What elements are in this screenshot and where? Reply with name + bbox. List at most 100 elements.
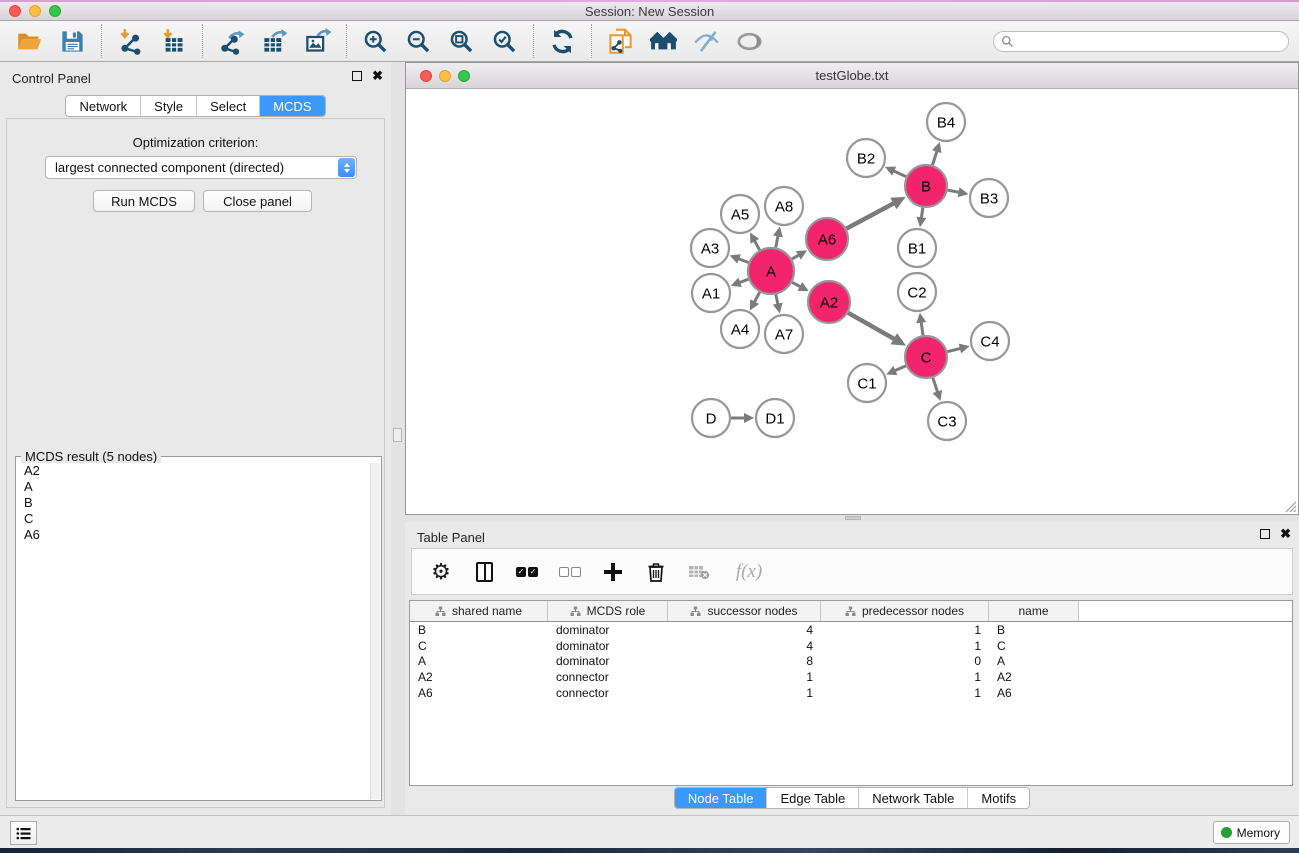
mcds-result-item[interactable]: A2: [17, 463, 370, 479]
mcds-result-item[interactable]: C: [17, 511, 370, 527]
zoom-selected-button[interactable]: [483, 23, 526, 59]
table-cell: 1: [821, 638, 989, 654]
graph-edge[interactable]: [892, 170, 906, 176]
table-cell: 1: [668, 685, 821, 701]
mcds-result-item[interactable]: A6: [17, 527, 370, 543]
import-network-icon: [117, 28, 144, 55]
tab-style[interactable]: Style: [140, 96, 196, 116]
list-icon: [16, 827, 31, 840]
column-header-predecessor-nodes[interactable]: predecessor nodes: [821, 601, 989, 621]
graph-edge[interactable]: [848, 313, 895, 340]
column-header-successor-nodes[interactable]: successor nodes: [668, 601, 821, 621]
split-grip-icon[interactable]: [845, 516, 861, 520]
table-settings-button[interactable]: ⚙: [428, 558, 454, 586]
delete-columns-button[interactable]: [643, 558, 669, 586]
split-grip-icon[interactable]: [393, 428, 402, 442]
close-panel-icon[interactable]: ✖: [1280, 529, 1291, 539]
graph-edge-arrowhead: [959, 344, 970, 354]
tab-edge-table[interactable]: Edge Table: [766, 788, 858, 808]
first-neighbors-button[interactable]: [642, 23, 685, 59]
delete-table-icon: [688, 563, 710, 581]
create-column-button[interactable]: [600, 558, 626, 586]
import-table-button[interactable]: [152, 23, 195, 59]
float-panel-icon[interactable]: [352, 71, 362, 81]
export-network-button[interactable]: [210, 23, 253, 59]
panel-list-button[interactable]: [10, 821, 37, 845]
graph-edge[interactable]: [933, 150, 938, 165]
tab-node-table[interactable]: Node Table: [675, 788, 767, 808]
show-all-button[interactable]: [728, 23, 771, 59]
column-header-MCDS-role[interactable]: MCDS role: [548, 601, 668, 621]
memory-button[interactable]: Memory: [1213, 821, 1290, 844]
mcds-result-item[interactable]: B: [17, 495, 370, 511]
apply-layout-button[interactable]: [541, 23, 584, 59]
toolbar-separator: [101, 24, 102, 58]
graph-node-label: A3: [701, 240, 719, 257]
tab-mcds[interactable]: MCDS: [259, 96, 324, 116]
zoom-selected-icon: [491, 28, 518, 55]
save-session-button[interactable]: [51, 23, 94, 59]
tab-select[interactable]: Select: [196, 96, 259, 116]
unchecked-boxes-icon: [559, 567, 581, 577]
network-canvas[interactable]: AA1A2A3A4A5A6A7A8BB1B2B3B4CC1C2C3C4DD1: [406, 89, 1298, 514]
resize-grip-icon[interactable]: [1284, 500, 1297, 513]
graph-edge-arrowhead: [933, 390, 943, 401]
graph-edge[interactable]: [947, 348, 962, 352]
tab-network[interactable]: Network: [66, 96, 140, 116]
import-network-button[interactable]: [109, 23, 152, 59]
eye-icon: [736, 28, 763, 55]
search-field[interactable]: [993, 31, 1289, 52]
network-graph[interactable]: AA1A2A3A4A5A6A7A8BB1B2B3B4CC1C2C3C4DD1: [406, 89, 1298, 514]
table-row[interactable]: A6connector11A6: [410, 685, 1292, 701]
function-builder-button[interactable]: f(x): [729, 558, 769, 586]
run-mcds-button[interactable]: Run MCDS: [93, 190, 195, 212]
table-toolbar: ⚙ ✓✓ f(x): [411, 548, 1293, 595]
show-columns-button[interactable]: [471, 558, 497, 586]
graph-node-label: C3: [937, 413, 956, 430]
network-window-titlebar[interactable]: testGlobe.txt: [406, 63, 1298, 89]
attribute-type-icon: [570, 606, 581, 617]
tab-motifs[interactable]: Motifs: [967, 788, 1029, 808]
search-input[interactable]: [1014, 33, 1288, 50]
export-image-button[interactable]: [296, 23, 339, 59]
toolbar-separator: [346, 24, 347, 58]
vertical-split-divider[interactable]: [391, 62, 405, 815]
graph-edge[interactable]: [846, 203, 895, 229]
delete-table-button[interactable]: [686, 558, 712, 586]
table-cell: A6: [989, 685, 1079, 701]
table-row[interactable]: Cdominator41C: [410, 638, 1292, 654]
unselect-all-columns-button[interactable]: [557, 558, 583, 586]
mcds-result-item[interactable]: A: [17, 479, 370, 495]
checked-boxes-icon: ✓✓: [516, 567, 538, 577]
close-panel-icon[interactable]: ✖: [372, 71, 383, 81]
open-session-button[interactable]: [8, 23, 51, 59]
status-bar: Memory: [0, 815, 1299, 848]
float-panel-icon[interactable]: [1260, 529, 1270, 539]
result-list-scrollbar[interactable]: [370, 463, 380, 799]
graph-edge-arrowhead: [916, 313, 926, 324]
optimization-criterion-select[interactable]: largest connected component (directed): [45, 156, 357, 179]
zoom-fit-button[interactable]: [440, 23, 483, 59]
zoom-out-button[interactable]: [397, 23, 440, 59]
table-row[interactable]: Bdominator41B: [410, 622, 1292, 638]
export-table-button[interactable]: [253, 23, 296, 59]
column-header-shared-name[interactable]: shared name: [410, 601, 548, 621]
select-all-columns-button[interactable]: ✓✓: [514, 558, 540, 586]
hide-selected-button[interactable]: [685, 23, 728, 59]
new-network-from-selection-button[interactable]: [599, 23, 642, 59]
table-row[interactable]: Adominator80A: [410, 654, 1292, 670]
table-row[interactable]: A2connector11A2: [410, 669, 1292, 685]
close-panel-button[interactable]: Close panel: [203, 190, 312, 212]
graph-edge[interactable]: [894, 366, 906, 371]
graph-node-label: A5: [731, 206, 749, 223]
column-header-name[interactable]: name: [989, 601, 1079, 621]
graph-edge[interactable]: [933, 378, 938, 394]
attribute-type-icon: [845, 606, 856, 617]
tab-network-table[interactable]: Network Table: [858, 788, 967, 808]
graph-node-label: B: [921, 178, 931, 195]
memory-label: Memory: [1237, 826, 1280, 840]
graph-edge[interactable]: [921, 321, 923, 335]
app-titlebar: Session: New Session: [0, 2, 1299, 21]
eye-slash-icon: [693, 28, 720, 55]
zoom-in-button[interactable]: [354, 23, 397, 59]
